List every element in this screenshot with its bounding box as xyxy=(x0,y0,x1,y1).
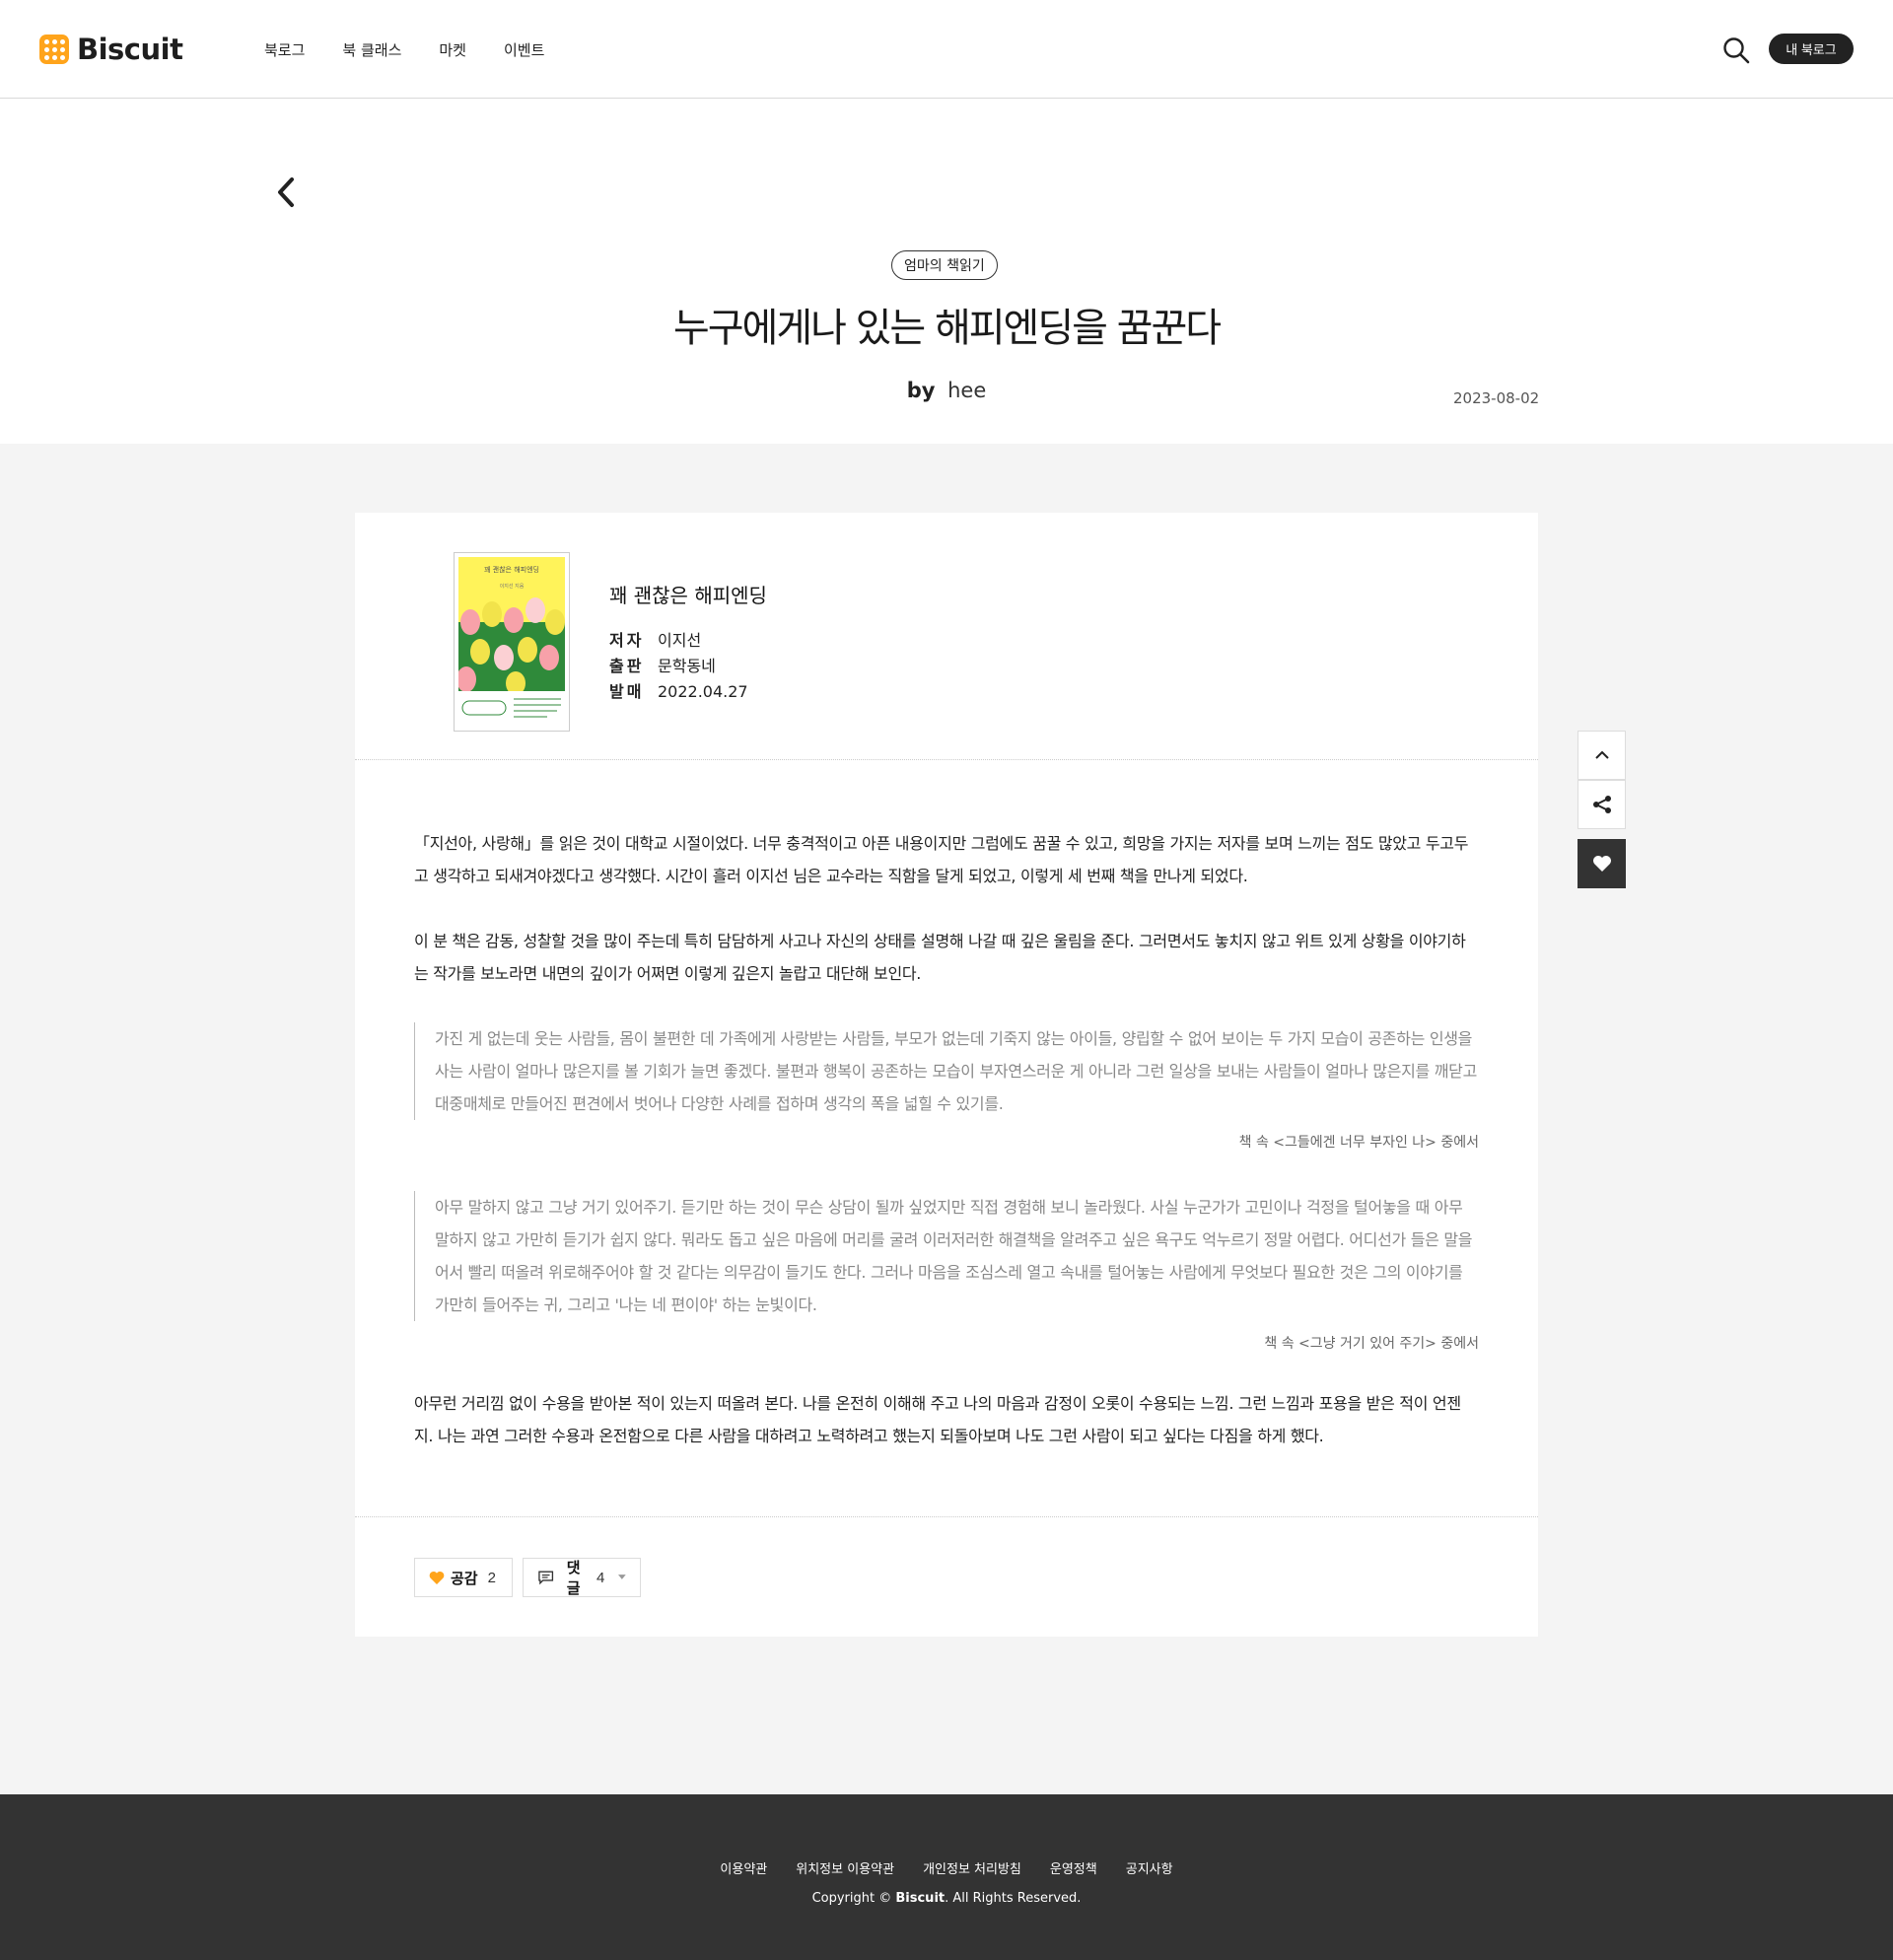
category-badge[interactable]: 엄마의 책읽기 xyxy=(891,250,998,280)
footer-link-terms[interactable]: 이용약관 xyxy=(720,1858,767,1877)
copyright-brand: Biscuit xyxy=(895,1891,946,1906)
like-label: 공감 xyxy=(451,1570,478,1587)
like-count: 2 xyxy=(487,1569,496,1586)
main-nav: 북로그 북 클래스 마켓 이벤트 xyxy=(264,39,544,60)
nav-event[interactable]: 이벤트 xyxy=(504,39,544,60)
share-icon xyxy=(1592,796,1611,813)
footer-link-notice[interactable]: 공지사항 xyxy=(1126,1858,1173,1877)
book-publisher: 문학동네 xyxy=(658,657,716,675)
book-quote: 아무 말하지 않고 그냥 거기 있어주기. 듣기만 하는 것이 무슨 상담이 될… xyxy=(414,1191,1479,1321)
like-button[interactable]: 공감 2 xyxy=(414,1558,513,1597)
footer-links: 이용약관 위치정보 이용약관 개인정보 처리방침 운영정책 공지사항 xyxy=(0,1858,1893,1877)
body-paragraph: 아무런 거리낌 없이 수용을 받아본 적이 있는지 떠올려 본다. 나를 온전히… xyxy=(414,1394,1461,1445)
nav-booklog[interactable]: 북로그 xyxy=(264,39,305,60)
post-date: 2023-08-02 xyxy=(1453,389,1540,407)
tulip-illustration xyxy=(458,597,565,691)
body-paragraph: 「지선아, 사랑해」를 읽은 것이 대학교 시절이었다. 너무 충격적이고 아픈… xyxy=(414,834,1469,885)
logo-text: Biscuit xyxy=(77,33,183,66)
share-button[interactable] xyxy=(1578,780,1626,829)
footer-link-policy[interactable]: 운영정책 xyxy=(1050,1858,1097,1877)
scroll-top-button[interactable] xyxy=(1578,731,1626,780)
my-booklog-button[interactable]: 내 북로그 xyxy=(1769,34,1854,64)
copyright-suffix: . All Rights Reserved. xyxy=(945,1891,1082,1906)
publisher-label: 출판 xyxy=(609,657,645,675)
cover-author: 이지선 지음 xyxy=(499,584,525,590)
footer-link-location-terms[interactable]: 위치정보 이용약관 xyxy=(796,1858,894,1877)
book-author-row: 저자 이지선 xyxy=(609,628,767,654)
book-cover[interactable]: 꽤 괜찮은 해피엔딩 이지선 지음 xyxy=(454,552,570,732)
comment-icon xyxy=(538,1571,554,1585)
divider xyxy=(355,1516,1538,1517)
book-release-date: 2022.04.27 xyxy=(658,682,748,701)
post-content: 「지선아, 사랑해」를 읽은 것이 대학교 시절이었다. 너무 충격적이고 아픈… xyxy=(414,808,1479,1452)
chevron-up-icon xyxy=(1594,750,1609,759)
byline: by hee xyxy=(0,379,1893,402)
book-release-row: 발매 2022.04.27 xyxy=(609,679,767,705)
post-title: 누구에게나 있는 해피엔딩을 꿈꾼다 xyxy=(672,306,1222,351)
release-label: 발매 xyxy=(609,682,645,701)
author-name[interactable]: hee xyxy=(947,379,986,402)
cover-footer xyxy=(458,691,565,727)
book-info: 꽤 괜찮은 해피엔딩 저자 이지선 출판 문학동네 발매 2022.04.27 xyxy=(609,580,767,705)
divider xyxy=(355,759,1538,760)
author-label: 저자 xyxy=(609,631,645,650)
post-card: 꽤 괜찮은 해피엔딩 이지선 지음 꽤 괜찮은 해피엔딩 저자 이지선 출판 문… xyxy=(355,513,1538,1637)
favorite-button[interactable] xyxy=(1578,839,1626,888)
logo-icon xyxy=(39,35,69,64)
nav-bookclass[interactable]: 북 클래스 xyxy=(342,39,401,60)
copyright: Copyright © Biscuit. All Rights Reserved… xyxy=(0,1891,1893,1906)
site-footer: 이용약관 위치정보 이용약관 개인정보 처리방침 운영정책 공지사항 Copyr… xyxy=(0,1794,1893,1960)
logo[interactable]: Biscuit xyxy=(39,33,183,66)
comment-count: 4 xyxy=(596,1569,605,1586)
heart-icon xyxy=(429,1571,445,1584)
nav-market[interactable]: 마켓 xyxy=(439,39,466,60)
quote-source: 책 속 <그냥 거기 있어 주기> 중에서 xyxy=(1264,1336,1479,1352)
book-title[interactable]: 꽤 괜찮은 해피엔딩 xyxy=(609,580,767,608)
book-publisher-row: 출판 문학동네 xyxy=(609,654,767,679)
back-arrow-icon[interactable] xyxy=(274,175,298,209)
comment-button[interactable]: 댓글 4 xyxy=(523,1558,641,1597)
caret-down-icon xyxy=(618,1575,626,1579)
book-cover-art: 꽤 괜찮은 해피엔딩 이지선 지음 xyxy=(458,557,565,727)
comment-label: 댓글 xyxy=(566,1560,581,1597)
cover-title: 꽤 괜찮은 해피엔딩 xyxy=(484,566,539,574)
by-label: by xyxy=(906,379,936,402)
copyright-prefix: Copyright © xyxy=(811,1891,896,1906)
site-header: Biscuit 북로그 북 클래스 마켓 이벤트 내 북로그 xyxy=(0,0,1893,99)
quote-source: 책 속 <그들에겐 너무 부자인 나> 중에서 xyxy=(1238,1135,1479,1151)
body-paragraph: 이 분 책은 감동, 성찰할 것을 많이 주는데 특히 담담하게 사고나 자신의… xyxy=(414,932,1466,983)
footer-link-privacy[interactable]: 개인정보 처리방침 xyxy=(923,1858,1021,1877)
book-quote: 가진 게 없는데 웃는 사람들, 몸이 불편한 데 가족에게 사랑받는 사람들,… xyxy=(414,1022,1479,1120)
search-icon[interactable] xyxy=(1721,35,1751,65)
heart-icon xyxy=(1592,856,1611,872)
book-author: 이지선 xyxy=(658,631,702,650)
